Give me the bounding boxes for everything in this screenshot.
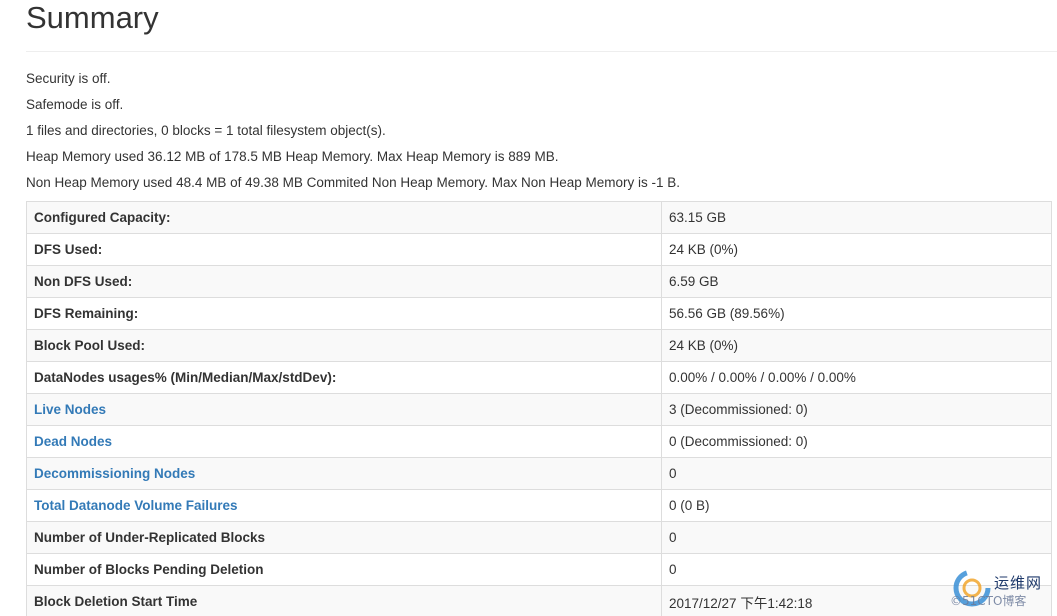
dead-nodes-cell: Dead Nodes	[26, 425, 662, 458]
table-row: Block Deletion Start Time 2017/12/27 下午1…	[26, 585, 1052, 616]
table-row: Total Datanode Volume Failures 0 (0 B)	[26, 489, 1052, 522]
table-row: Configured Capacity: 63.15 GB	[26, 201, 1052, 234]
under-replicated-blocks-label: Number of Under-Replicated Blocks	[26, 521, 662, 554]
blocks-pending-deletion-value: 0	[661, 553, 1052, 586]
volume-failures-link[interactable]: Total Datanode Volume Failures	[34, 498, 238, 513]
block-pool-used-value: 24 KB (0%)	[661, 329, 1052, 362]
decommissioning-nodes-value: 0	[661, 457, 1052, 490]
live-nodes-link[interactable]: Live Nodes	[34, 402, 106, 417]
block-deletion-start-time-label: Block Deletion Start Time	[26, 585, 662, 616]
volume-failures-value: 0 (0 B)	[661, 489, 1052, 522]
summary-page: Summary Security is off. Safemode is off…	[0, 0, 1057, 616]
heap-memory-status: Heap Memory used 36.12 MB of 178.5 MB He…	[26, 149, 559, 164]
table-row: Block Pool Used: 24 KB (0%)	[26, 329, 1052, 362]
page-title: Summary	[26, 0, 159, 35]
dfs-used-value: 24 KB (0%)	[661, 233, 1052, 266]
summary-table: Configured Capacity: 63.15 GB DFS Used: …	[26, 201, 1052, 616]
filesystem-objects-status: 1 files and directories, 0 blocks = 1 to…	[26, 123, 386, 138]
non-dfs-used-label: Non DFS Used:	[26, 265, 662, 298]
configured-capacity-value: 63.15 GB	[661, 201, 1052, 234]
datanodes-usages-value: 0.00% / 0.00% / 0.00% / 0.00%	[661, 361, 1052, 394]
volume-failures-cell: Total Datanode Volume Failures	[26, 489, 662, 522]
non-dfs-used-value: 6.59 GB	[661, 265, 1052, 298]
table-row: Number of Blocks Pending Deletion 0	[26, 553, 1052, 586]
dfs-remaining-value: 56.56 GB (89.56%)	[661, 297, 1052, 330]
table-row: DataNodes usages% (Min/Median/Max/stdDev…	[26, 361, 1052, 394]
decommissioning-nodes-cell: Decommissioning Nodes	[26, 457, 662, 490]
live-nodes-value: 3 (Decommissioned: 0)	[661, 393, 1052, 426]
non-heap-memory-status: Non Heap Memory used 48.4 MB of 49.38 MB…	[26, 175, 681, 190]
block-deletion-start-time-value: 2017/12/27 下午1:42:18	[661, 585, 1052, 616]
dead-nodes-link[interactable]: Dead Nodes	[34, 434, 112, 449]
table-row: Number of Under-Replicated Blocks 0	[26, 521, 1052, 554]
table-row: Dead Nodes 0 (Decommissioned: 0)	[26, 425, 1052, 458]
dead-nodes-value: 0 (Decommissioned: 0)	[661, 425, 1052, 458]
safemode-status: Safemode is off.	[26, 97, 124, 112]
dfs-remaining-label: DFS Remaining:	[26, 297, 662, 330]
dfs-used-label: DFS Used:	[26, 233, 662, 266]
configured-capacity-label: Configured Capacity:	[26, 201, 662, 234]
status-lines: Security is off. Safemode is off. 1 file…	[26, 66, 680, 196]
table-row: DFS Used: 24 KB (0%)	[26, 233, 1052, 266]
blocks-pending-deletion-label: Number of Blocks Pending Deletion	[26, 553, 662, 586]
security-status: Security is off.	[26, 71, 111, 86]
under-replicated-blocks-value: 0	[661, 521, 1052, 554]
table-row: Live Nodes 3 (Decommissioned: 0)	[26, 393, 1052, 426]
title-divider	[26, 51, 1057, 52]
decommissioning-nodes-link[interactable]: Decommissioning Nodes	[34, 466, 195, 481]
block-pool-used-label: Block Pool Used:	[26, 329, 662, 362]
datanodes-usages-label: DataNodes usages% (Min/Median/Max/stdDev…	[26, 361, 662, 394]
table-row: Non DFS Used: 6.59 GB	[26, 265, 1052, 298]
live-nodes-cell: Live Nodes	[26, 393, 662, 426]
table-row: Decommissioning Nodes 0	[26, 457, 1052, 490]
table-row: DFS Remaining: 56.56 GB (89.56%)	[26, 297, 1052, 330]
